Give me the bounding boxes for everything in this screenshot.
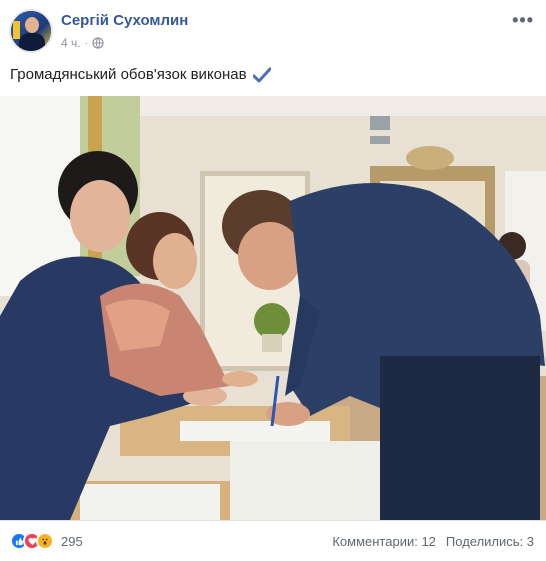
post-time[interactable]: 4 ч. bbox=[61, 36, 81, 50]
post-photo[interactable] bbox=[0, 96, 546, 520]
post-stats: Комментарии: 12 Поделились: 3 bbox=[332, 534, 534, 549]
wow-face-glyph bbox=[42, 538, 48, 545]
check-mark-icon bbox=[252, 67, 271, 82]
author-avatar[interactable] bbox=[9, 9, 53, 53]
avatar-figure-head bbox=[25, 17, 39, 33]
post-footer: 295 Комментарии: 12 Поделились: 3 bbox=[0, 520, 546, 561]
author-name[interactable]: Сергій Сухомлин bbox=[61, 12, 188, 29]
wow-icon bbox=[36, 532, 54, 550]
avatar-flag bbox=[13, 21, 20, 39]
shares-count[interactable]: Поделились: 3 bbox=[446, 534, 534, 549]
globe-icon[interactable] bbox=[92, 37, 104, 49]
comments-count[interactable]: Комментарии: 12 bbox=[332, 534, 436, 549]
post-text-content: Громадянський обов'язок виконав bbox=[10, 66, 247, 83]
facebook-post: Сергій Сухомлин 4 ч. · ••• Громадянський… bbox=[0, 0, 546, 560]
reactions-summary[interactable]: 295 bbox=[10, 532, 83, 550]
avatar-figure-body bbox=[19, 33, 45, 51]
post-meta: 4 ч. · bbox=[61, 36, 104, 50]
more-options-icon[interactable]: ••• bbox=[512, 10, 534, 31]
post-text: Громадянський обов'язок виконав bbox=[10, 66, 271, 83]
reaction-count[interactable]: 295 bbox=[61, 534, 83, 549]
polling-station-illustration bbox=[0, 96, 546, 520]
meta-separator: · bbox=[84, 37, 88, 49]
